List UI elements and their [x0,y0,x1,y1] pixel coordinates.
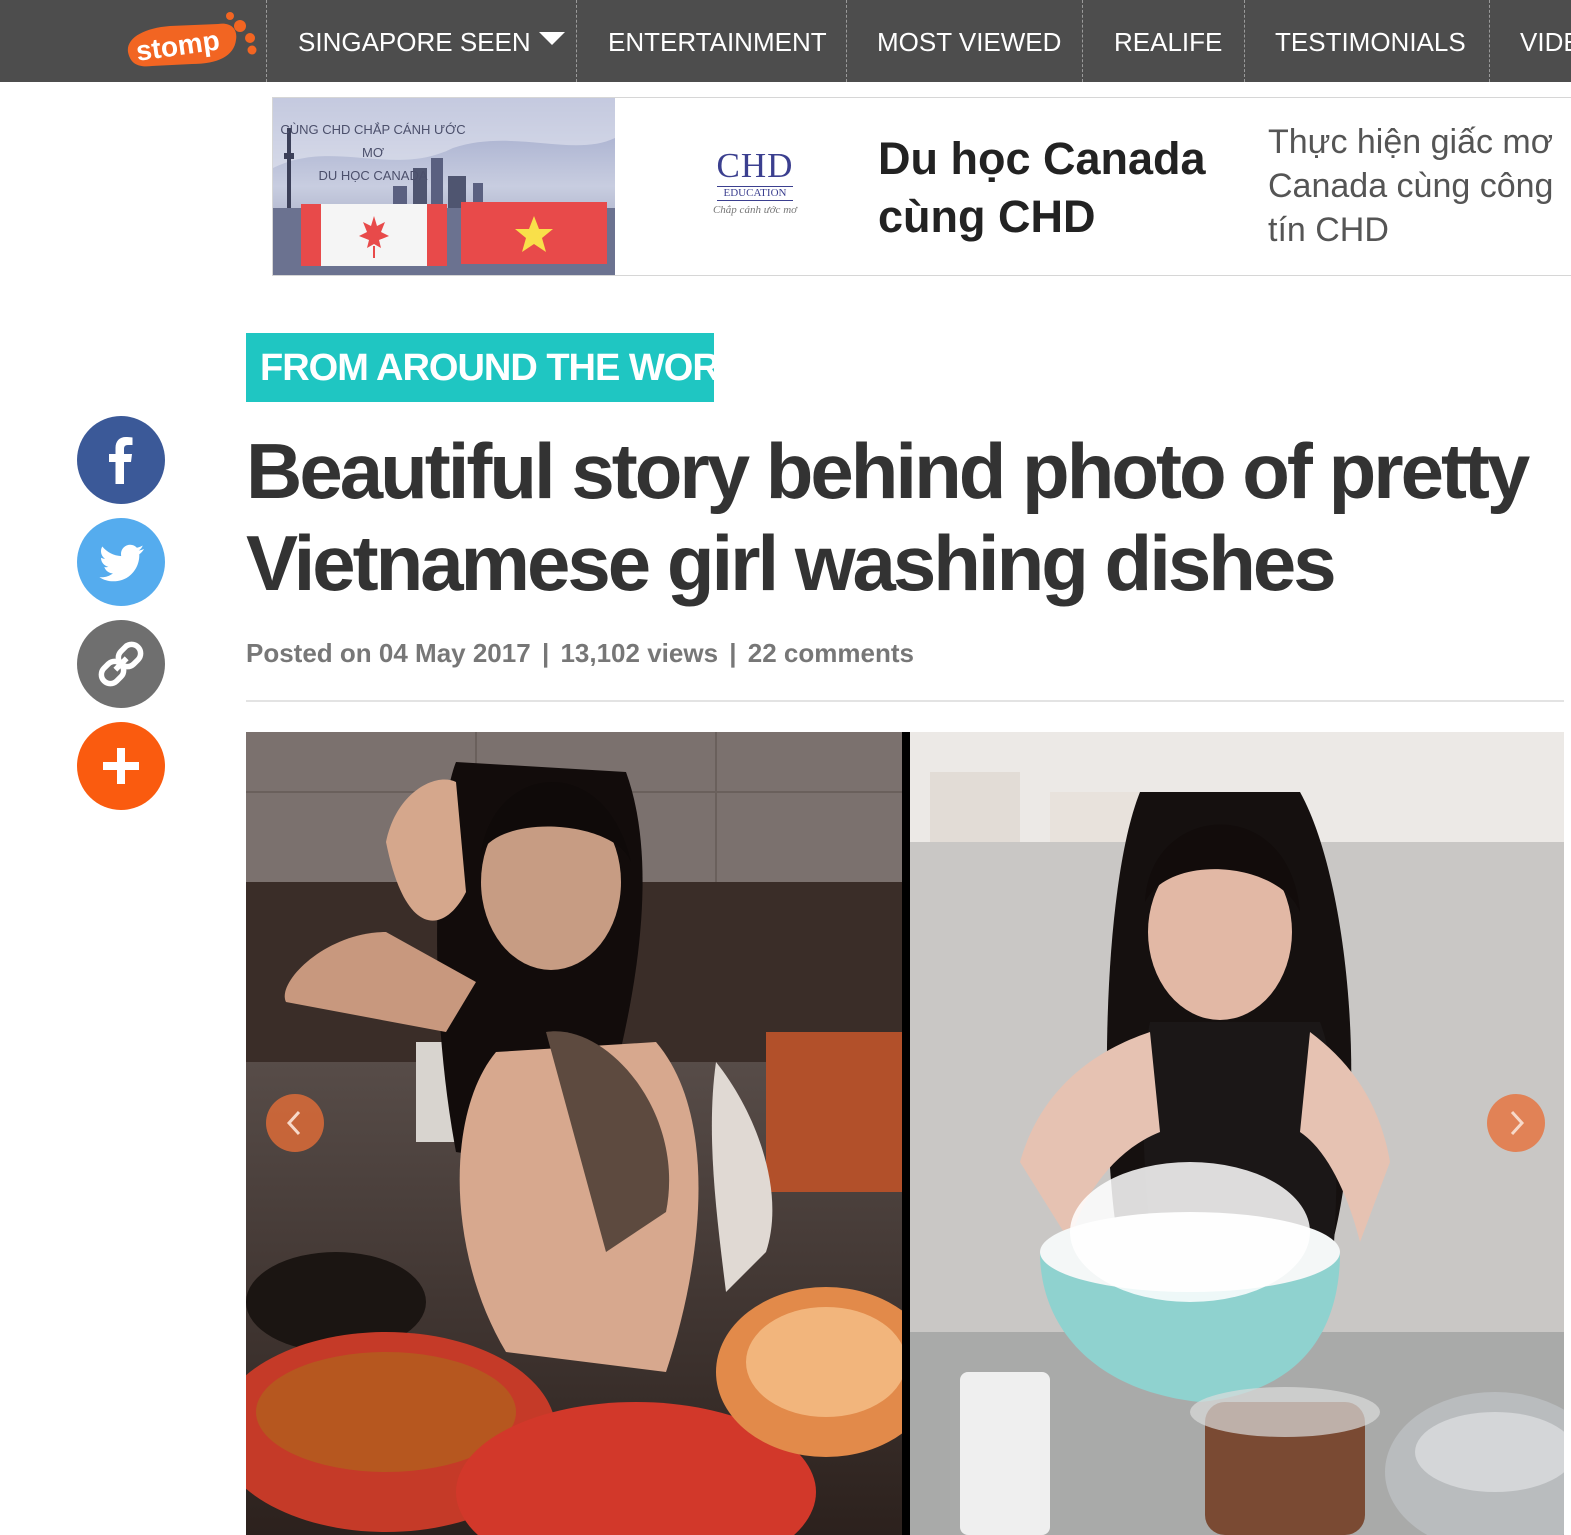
gallery-prev-button[interactable] [266,1094,324,1152]
advertisement-banner[interactable]: CÙNG CHD CHẮP CÁNH ƯỚC MƠ DU HỌC CANADA … [272,97,1571,276]
facebook-icon [109,437,133,484]
copy-link-button[interactable] [77,620,165,708]
category-tag[interactable]: FROM AROUND THE WORLD [246,333,768,402]
ad-image-caption-line2: DU HỌC CANADA [318,168,428,183]
chevron-right-icon [1510,1110,1525,1136]
nav-label: MOST VIEWED [877,27,1062,57]
nav-singapore-seen[interactable]: SINGAPORE SEEN [266,0,576,82]
chd-logo-tagline: Chắp cánh ước mơ [712,204,798,216]
nav-label: ENTERTAINMENT [608,27,827,57]
meta-separator: | [729,638,737,668]
article-title: Beautiful story behind photo of pretty V… [246,427,1530,607]
chd-logo-sub: EDUCATION [717,186,793,201]
view-count: 13,102 views [560,638,719,668]
nav-label: REALIFE [1114,27,1223,57]
ad-image: CÙNG CHD CHẮP CÁNH ƯỚC MƠ DU HỌC CANADA [273,98,615,275]
gallery-photo-left [246,732,902,1535]
chevron-left-icon [286,1110,301,1136]
divider [246,700,1564,702]
photo-gallery[interactable] [246,732,1564,1535]
twitter-icon [99,544,144,582]
ad-description: Thực hiện giấc mơ Canada cùng công tín C… [1268,123,1554,249]
caret-down-icon [538,32,565,45]
nav-entertainment[interactable]: ENTERTAINMENT [576,0,846,82]
more-share-button[interactable] [77,722,165,810]
ad-headline[interactable]: Du học Canada cùng CHD [878,130,1218,246]
top-navigation: stomp SINGAPORE SEEN ENTERTAINMENT MOST … [0,0,1571,82]
nav-label: VIDE [1520,27,1571,57]
meta-separator: | [541,638,550,668]
chd-logo: CHD EDUCATION Chắp cánh ước mơ [703,146,807,217]
posted-label: Posted on [246,638,372,668]
gallery-next-button[interactable] [1487,1094,1545,1152]
gallery-photo-right [910,732,1564,1535]
ad-image-caption-line1: CÙNG CHD CHẮP CÁNH ƯỚC MƠ [280,122,466,160]
nav-realife[interactable]: REALIFE [1082,0,1244,82]
nav-most-viewed[interactable]: MOST VIEWED [846,0,1082,82]
nav-label: TESTIMONIALS [1275,27,1466,57]
chd-logo-brand: CHD [716,146,794,185]
stomp-logo[interactable]: stomp [122,12,262,72]
article-meta: Posted on 04 May 2017 | 13,102 views | 2… [246,638,914,669]
facebook-share-button[interactable] [77,416,165,504]
link-icon [98,641,144,687]
nav-label: SINGAPORE SEEN [298,27,531,57]
comment-count[interactable]: 22 comments [748,638,914,668]
nav-testimonials[interactable]: TESTIMONIALS [1244,0,1489,82]
plus-icon [103,748,139,784]
post-date: 04 May 2017 [378,638,531,668]
nav-videos[interactable]: VIDE [1489,0,1571,82]
twitter-share-button[interactable] [77,518,165,606]
ad-image-caption: CÙNG CHD CHẮP CÁNH ƯỚC MƠ DU HỌC CANADA [273,118,473,187]
